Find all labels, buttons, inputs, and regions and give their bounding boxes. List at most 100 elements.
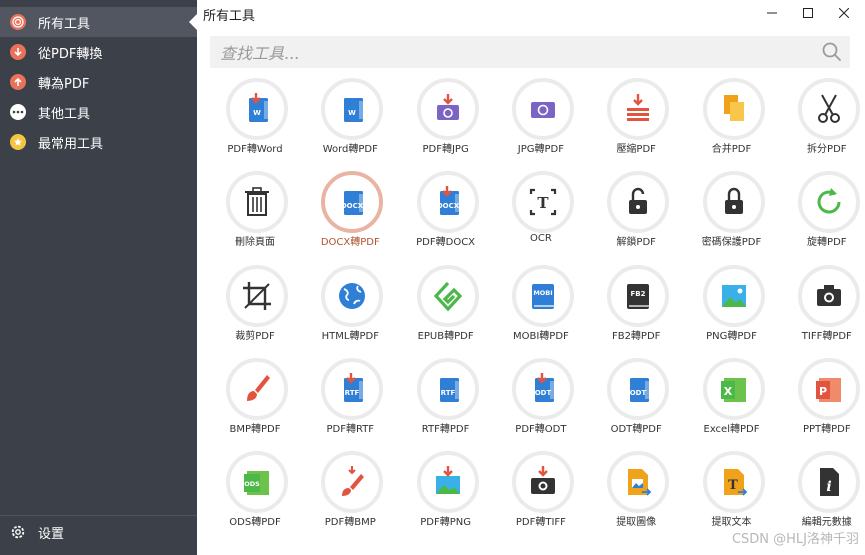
epub-icon xyxy=(433,281,462,311)
tool-label: DOCX轉PDF xyxy=(320,237,380,249)
sidebar-item-other-tools[interactable]: 其他工具 xyxy=(0,97,197,127)
unlock-icon xyxy=(629,188,648,215)
tool-icon-circle: RTF xyxy=(416,357,479,420)
sidebar-item-all-tools[interactable]: 所有工具 xyxy=(0,7,197,37)
svg-text:MOBI: MOBI xyxy=(533,289,552,297)
sidebar-item-label: 最常用工具 xyxy=(38,136,104,152)
globe-icon xyxy=(339,282,366,309)
search-input[interactable] xyxy=(218,36,812,70)
minimize-button[interactable] xyxy=(757,2,787,24)
tool-tile[interactable]: 裁剪PDF xyxy=(209,263,304,353)
tool-tile[interactable]: i 編輯元數據 xyxy=(781,449,865,539)
tool-tile[interactable]: W Word轉PDF xyxy=(304,76,399,166)
tool-tile[interactable]: PDF轉BMP xyxy=(304,449,399,539)
tool-label: 解鎖PDF xyxy=(616,237,656,249)
tool-label: PDF轉ODT xyxy=(515,423,567,435)
tool-icon-circle xyxy=(226,357,288,420)
tool-icon-circle: i xyxy=(797,451,860,514)
jpg-to-pdf-icon xyxy=(530,102,555,118)
tool-tile[interactable]: RTF PDF轉RTF xyxy=(304,356,399,446)
tool-tile[interactable]: W PDF轉Word xyxy=(209,76,304,166)
tool-tile[interactable]: BMP轉PDF xyxy=(209,356,304,446)
target-icon xyxy=(10,14,26,30)
pdf-to-tiff-icon xyxy=(530,466,555,495)
tool-tile[interactable]: PDF轉JPG xyxy=(400,76,495,166)
tool-tile[interactable]: TIFF轉PDF xyxy=(781,263,865,353)
tool-tile[interactable]: DOCX PDF轉DOCX xyxy=(400,169,495,259)
sidebar-item-to-pdf[interactable]: 轉為PDF xyxy=(0,67,197,97)
tool-tile[interactable]: 密碼保護PDF xyxy=(686,169,781,259)
tool-tile[interactable]: JPG轉PDF xyxy=(495,76,590,166)
pdf-to-odt-icon: ODT xyxy=(535,372,556,402)
svg-text:T: T xyxy=(728,478,738,493)
tool-tile[interactable]: HTML轉PDF xyxy=(304,263,399,353)
arrow-down-icon xyxy=(10,44,26,60)
tool-icon-circle xyxy=(511,78,574,140)
tool-icon-circle: W xyxy=(226,78,288,140)
tool-label: PDF轉PNG xyxy=(420,517,471,529)
tool-tile[interactable]: X Excel轉PDF xyxy=(686,356,781,446)
tool-tile[interactable]: T OCR xyxy=(495,169,590,259)
tool-tile[interactable]: EPUB轉PDF xyxy=(400,263,495,353)
tool-tile[interactable]: 解鎖PDF xyxy=(590,169,685,259)
search-icon[interactable] xyxy=(822,42,842,66)
pdf-to-jpg-icon xyxy=(436,94,459,120)
sidebar-item-from-pdf[interactable]: 從PDF轉換 xyxy=(0,37,197,67)
tool-tile[interactable]: DOCX DOCX轉PDF xyxy=(304,169,399,259)
watermark: CSDN @HLJ洛神千羽 xyxy=(731,532,859,547)
tool-icon-circle xyxy=(607,171,670,234)
png-image-icon xyxy=(721,284,746,307)
active-indicator xyxy=(189,14,197,30)
tool-label: BMP轉PDF xyxy=(229,423,281,435)
tool-tile[interactable]: 合并PDF xyxy=(686,76,781,166)
tool-icon-circle: RTF xyxy=(321,357,384,420)
tool-tile[interactable]: MOBI MOBI轉PDF xyxy=(495,263,590,353)
gear-icon xyxy=(10,524,26,540)
tool-tile[interactable]: FB2 FB2轉PDF xyxy=(590,263,685,353)
extract-image-icon xyxy=(628,469,652,496)
tool-tile[interactable]: 旋轉PDF xyxy=(781,169,865,259)
tool-tile[interactable]: ODT PDF轉ODT xyxy=(495,356,590,446)
tool-tile[interactable]: PDF轉PNG xyxy=(400,449,495,539)
tool-icon-circle: DOCX xyxy=(416,171,479,234)
tool-label: OCR xyxy=(529,233,552,245)
tool-icon-circle: DOCX xyxy=(321,171,384,234)
sidebar-item-favorites[interactable]: 最常用工具 xyxy=(0,127,197,157)
tool-tile[interactable]: 壓縮PDF xyxy=(590,76,685,166)
close-icon xyxy=(839,8,849,18)
tool-icon-circle xyxy=(607,451,670,514)
tool-tile[interactable]: T 提取文本 xyxy=(686,449,781,539)
tool-label: PPT轉PDF xyxy=(802,423,851,435)
tool-icon-circle: MOBI xyxy=(511,264,574,327)
arrow-up-icon xyxy=(10,74,26,90)
tool-tile[interactable]: RTF RTF轉PDF xyxy=(400,356,495,446)
tool-label: PDF轉TIFF xyxy=(515,517,566,529)
word-to-pdf-icon: W xyxy=(344,98,366,122)
tool-tile[interactable]: 刪除頁面 xyxy=(209,169,304,259)
tool-tile[interactable]: ODS ODS轉PDF xyxy=(209,449,304,539)
tool-label: HTML轉PDF xyxy=(321,330,379,342)
settings-button[interactable]: 设置 xyxy=(0,517,197,547)
tool-tile[interactable]: 提取圖像 xyxy=(590,449,685,539)
pdf-to-bmp-icon xyxy=(342,466,365,497)
camera-icon xyxy=(816,284,841,306)
tool-tile[interactable]: ODT ODT轉PDF xyxy=(590,356,685,446)
tool-tile[interactable]: 拆分PDF xyxy=(781,76,865,166)
tool-tile[interactable]: P PPT轉PDF xyxy=(781,356,865,446)
tool-tile[interactable]: PDF轉TIFF xyxy=(495,449,590,539)
tool-icon-circle: ODT xyxy=(607,357,670,420)
tool-label: 裁剪PDF xyxy=(235,330,275,342)
tool-label: 密碼保護PDF xyxy=(701,237,762,249)
maximize-button[interactable] xyxy=(793,2,823,24)
tool-label: ODS轉PDF xyxy=(229,517,281,529)
sidebar-item-label: 所有工具 xyxy=(38,16,91,32)
tool-tile[interactable]: PNG轉PDF xyxy=(686,263,781,353)
tool-icon-circle xyxy=(416,264,479,327)
svg-text:P: P xyxy=(819,385,827,398)
tool-icon-circle: T xyxy=(702,451,765,514)
close-button[interactable] xyxy=(829,2,859,24)
more-icon xyxy=(10,104,26,120)
ppt-icon: P xyxy=(815,377,841,402)
tool-label: 提取文本 xyxy=(711,517,752,529)
rtf-to-pdf-icon: RTF xyxy=(439,377,461,402)
